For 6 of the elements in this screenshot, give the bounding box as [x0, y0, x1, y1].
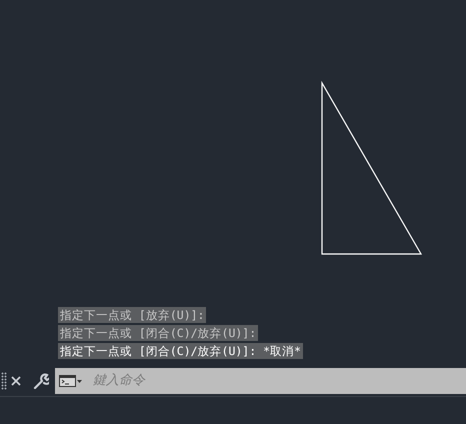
- grip-handle[interactable]: [1, 372, 7, 390]
- command-input-field[interactable]: 鍵入命令: [91, 370, 466, 392]
- command-field[interactable]: 鍵入命令: [55, 368, 466, 394]
- wrench-icon[interactable]: [33, 373, 49, 389]
- terminal-icon: [59, 375, 83, 387]
- close-icon[interactable]: [11, 376, 21, 386]
